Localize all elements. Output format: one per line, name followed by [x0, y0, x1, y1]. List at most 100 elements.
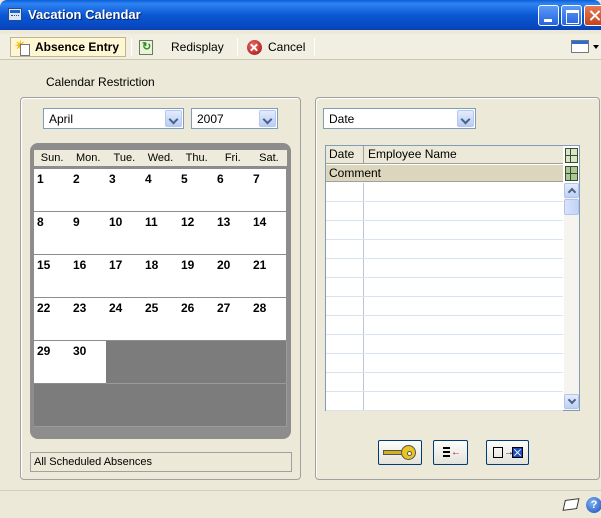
calendar-day[interactable]: 25 — [142, 298, 179, 341]
chevron-down-icon[interactable] — [593, 45, 599, 49]
date-cell[interactable] — [326, 297, 364, 315]
date-cell[interactable] — [326, 373, 364, 391]
calendar-day[interactable]: 24 — [106, 298, 143, 341]
employee-cell[interactable] — [364, 373, 563, 391]
date-cell[interactable] — [326, 354, 364, 372]
table-row[interactable] — [326, 221, 563, 240]
date-cell[interactable] — [326, 183, 364, 201]
cancel-button[interactable]: Cancel — [247, 37, 305, 57]
chevron-down-icon[interactable] — [457, 110, 474, 127]
vertical-scrollbar[interactable] — [564, 183, 579, 410]
day-number: 7 — [253, 172, 260, 186]
calendar-day[interactable]: 14 — [250, 212, 287, 255]
employee-cell[interactable] — [364, 392, 563, 410]
employee-cell[interactable] — [364, 335, 563, 353]
calendar-empty-cell — [178, 384, 215, 427]
employee-cell[interactable] — [364, 354, 563, 372]
date-cell[interactable] — [326, 316, 364, 334]
employee-cell[interactable] — [364, 202, 563, 220]
date-cell[interactable] — [326, 202, 364, 220]
calendar-day[interactable]: 5 — [178, 169, 215, 212]
calendar-day[interactable]: 18 — [142, 255, 179, 298]
table-row[interactable] — [326, 240, 563, 259]
employee-cell[interactable] — [364, 316, 563, 334]
redisplay-button[interactable]: Redisplay — [139, 37, 224, 57]
calendar-day[interactable]: 12 — [178, 212, 215, 255]
date-column-header[interactable]: Date — [326, 146, 364, 163]
help-icon[interactable]: ? — [586, 497, 601, 513]
chevron-down-icon[interactable] — [259, 110, 276, 127]
month-select[interactable]: April — [43, 108, 184, 129]
calendar-day[interactable]: 30 — [70, 341, 107, 384]
close-button[interactable] — [584, 5, 601, 26]
calendar-day[interactable]: 13 — [214, 212, 251, 255]
scroll-up-icon[interactable] — [564, 183, 579, 198]
day-number: 5 — [181, 172, 188, 186]
employee-cell[interactable] — [364, 183, 563, 201]
table-row[interactable] — [326, 373, 563, 392]
calendar-day[interactable]: 7 — [250, 169, 287, 212]
note-icon[interactable] — [562, 498, 580, 511]
calendar-day[interactable]: 4 — [142, 169, 179, 212]
calendar-day[interactable]: 29 — [34, 341, 71, 384]
calendar-day[interactable]: 3 — [106, 169, 143, 212]
table-row[interactable] — [326, 316, 563, 335]
calendar-day[interactable]: 22 — [34, 298, 71, 341]
employee-cell[interactable] — [364, 259, 563, 277]
table-row[interactable] — [326, 259, 563, 278]
minimize-button[interactable] — [538, 5, 559, 26]
day-number: 3 — [109, 172, 116, 186]
calendar-day[interactable]: 6 — [214, 169, 251, 212]
calendar-day[interactable]: 10 — [106, 212, 143, 255]
table-row[interactable] — [326, 278, 563, 297]
employee-cell[interactable] — [364, 297, 563, 315]
calendar-day[interactable]: 1 — [34, 169, 71, 212]
table-row[interactable] — [326, 354, 563, 373]
table-row[interactable] — [326, 335, 563, 354]
day-number: 1 — [37, 172, 44, 186]
date-cell[interactable] — [326, 335, 364, 353]
calendar-day[interactable]: 21 — [250, 255, 287, 298]
table-row[interactable] — [326, 392, 563, 411]
date-cell[interactable] — [326, 259, 364, 277]
calendar-day[interactable]: 20 — [214, 255, 251, 298]
expand-columns-icon[interactable] — [565, 148, 578, 163]
employee-cell[interactable] — [364, 278, 563, 296]
remove-button[interactable]: → — [486, 440, 529, 465]
key-button[interactable] — [378, 440, 422, 465]
calendar-day[interactable]: 17 — [106, 255, 143, 298]
calendar-day[interactable]: 11 — [142, 212, 179, 255]
scroll-thumb[interactable] — [564, 199, 579, 215]
employee-column-header[interactable]: Employee Name — [364, 146, 563, 163]
date-cell[interactable] — [326, 278, 364, 296]
table-row[interactable] — [326, 297, 563, 316]
employee-cell[interactable] — [364, 221, 563, 239]
date-cell[interactable] — [326, 392, 364, 410]
date-cell[interactable] — [326, 240, 364, 258]
employee-cell[interactable] — [364, 240, 563, 258]
calendar-day[interactable]: 16 — [70, 255, 107, 298]
collapse-columns-icon[interactable] — [565, 166, 578, 181]
maximize-button[interactable] — [561, 5, 582, 26]
table-row[interactable] — [326, 202, 563, 221]
calendar-day[interactable]: 15 — [34, 255, 71, 298]
day-number: 29 — [37, 344, 51, 358]
table-row[interactable] — [326, 183, 563, 202]
calendar-day[interactable]: 19 — [178, 255, 215, 298]
calendar-day[interactable]: 26 — [178, 298, 215, 341]
calendar-day[interactable]: 8 — [34, 212, 71, 255]
absence-entry-button[interactable]: Absence Entry — [10, 37, 127, 57]
calendar-day[interactable]: 2 — [70, 169, 107, 212]
list-button[interactable]: ← — [433, 440, 468, 465]
date-cell[interactable] — [326, 221, 364, 239]
scroll-down-icon[interactable] — [564, 394, 579, 409]
sort-select[interactable]: Date — [323, 108, 476, 129]
calendar-day[interactable]: 27 — [214, 298, 251, 341]
calendar-day[interactable]: 23 — [70, 298, 107, 341]
comment-column-header[interactable]: Comment — [326, 165, 563, 182]
calendar-day[interactable]: 9 — [70, 212, 107, 255]
year-select[interactable]: 2007 — [191, 108, 278, 129]
chevron-down-icon[interactable] — [165, 110, 182, 127]
window-menu-icon[interactable] — [571, 40, 589, 53]
calendar-day[interactable]: 28 — [250, 298, 287, 341]
